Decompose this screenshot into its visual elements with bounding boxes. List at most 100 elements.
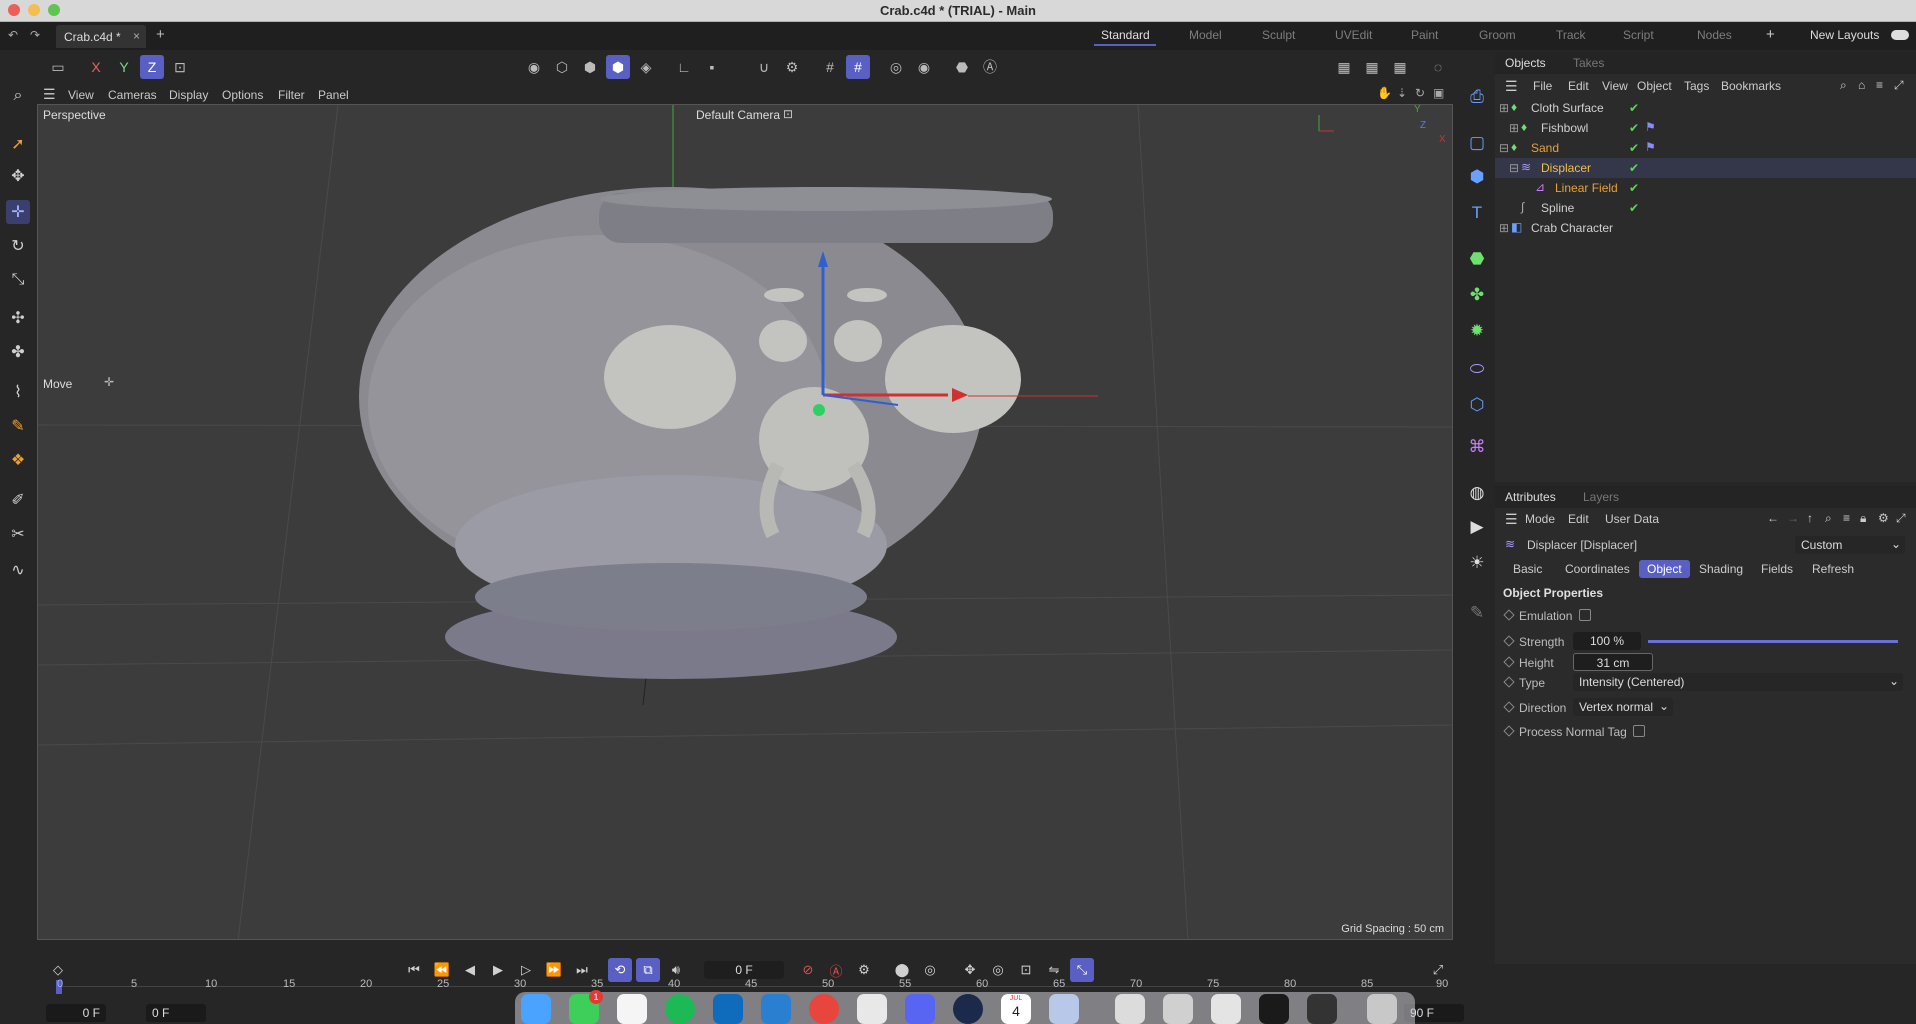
- viewport-dolly-icon[interactable]: ⇣: [1397, 86, 1407, 100]
- strength-slider-track[interactable]: [1648, 640, 1898, 643]
- preview-start-field[interactable]: 0 F: [146, 1004, 206, 1022]
- new-layouts-toggle[interactable]: [1891, 30, 1909, 40]
- render-queue-icon[interactable]: ▦: [1388, 55, 1412, 79]
- subtab-refresh[interactable]: Refresh: [1804, 560, 1862, 578]
- strength-field[interactable]: 100 %: [1573, 632, 1641, 650]
- transform-tool-icon[interactable]: ✥: [6, 164, 30, 188]
- auto-keys-icon[interactable]: ⧉: [636, 958, 660, 982]
- tag-flag-icon[interactable]: ⚑: [1645, 140, 1656, 154]
- height-field[interactable]: 31 cm: [1573, 653, 1653, 671]
- expand-icon[interactable]: ⊞: [1499, 101, 1509, 115]
- render-to-viewer-icon[interactable]: ▦: [1360, 55, 1384, 79]
- attributes-expand-icon[interactable]: ⤢: [1896, 511, 1906, 526]
- tag-icon[interactable]: ✎: [1464, 600, 1490, 626]
- layout-groom[interactable]: Groom: [1479, 28, 1516, 42]
- select-tool-icon[interactable]: ➚: [6, 132, 30, 156]
- forward-arrow-icon[interactable]: →: [1787, 511, 1799, 525]
- volume-icon[interactable]: ⬡: [1464, 392, 1490, 418]
- record-icon[interactable]: ⊘: [796, 958, 820, 982]
- tree-row[interactable]: ⊿ Linear Field ✔: [1495, 178, 1916, 198]
- attributes-filter-icon[interactable]: ≡: [1843, 511, 1850, 525]
- up-arrow-icon[interactable]: ↑: [1807, 511, 1813, 525]
- play-icon[interactable]: ▶: [486, 958, 510, 982]
- enabled-check-icon[interactable]: ✔: [1629, 201, 1639, 215]
- go-to-start-icon[interactable]: ⏮: [402, 958, 426, 982]
- brush-tool-icon[interactable]: ✐: [6, 488, 30, 512]
- viewport-maximize-icon[interactable]: ▣: [1433, 86, 1444, 100]
- render-settings-icon[interactable]: Ⓐ: [978, 55, 1002, 79]
- tab-attributes[interactable]: Attributes: [1505, 490, 1556, 504]
- subtab-shading[interactable]: Shading: [1691, 560, 1751, 578]
- sculpt-tool-icon[interactable]: ❖: [6, 448, 30, 472]
- axis-x-button[interactable]: X: [84, 55, 108, 79]
- discord-icon[interactable]: [905, 994, 935, 1024]
- viewport-menu-filter[interactable]: Filter: [278, 88, 305, 102]
- keyframe-diamond-icon[interactable]: [1503, 725, 1515, 737]
- light-icon[interactable]: ☀: [1464, 550, 1490, 576]
- objects-menu-bookmarks[interactable]: Bookmarks: [1721, 79, 1781, 93]
- viewport[interactable]: Perspective Default Camera ⊡ Move ✛ Y Z …: [37, 104, 1453, 940]
- undo-icon[interactable]: ↶: [8, 28, 18, 42]
- finder-icon[interactable]: [521, 994, 551, 1024]
- window-thumbnail-1[interactable]: [1115, 994, 1145, 1024]
- cube-object-icon[interactable]: ⬢: [1464, 164, 1490, 190]
- enabled-check-icon[interactable]: ✔: [1629, 101, 1639, 115]
- pen-tool-icon[interactable]: ✎: [6, 414, 30, 438]
- expand-icon[interactable]: ⊞: [1499, 221, 1509, 235]
- layout-nodes[interactable]: Nodes: [1697, 28, 1732, 42]
- lasso-tool-icon[interactable]: ⌇: [6, 380, 30, 404]
- trash-icon[interactable]: [1367, 994, 1397, 1024]
- key-settings-icon[interactable]: ⚙: [852, 958, 876, 982]
- spline-tool-icon[interactable]: ∿: [6, 558, 30, 582]
- viewport-pan-icon[interactable]: ✋: [1377, 86, 1392, 100]
- objects-filter-icon[interactable]: ≡: [1876, 78, 1883, 92]
- layout-script[interactable]: Script: [1623, 28, 1654, 42]
- tag-flag-icon[interactable]: ⚑: [1645, 120, 1656, 134]
- lock-icon[interactable]: 🔒︎: [1860, 511, 1866, 526]
- enabled-check-icon[interactable]: ✔: [1629, 161, 1639, 175]
- enabled-check-icon[interactable]: ✔: [1629, 121, 1639, 135]
- attributes-settings-icon[interactable]: ⚙: [1878, 511, 1889, 525]
- model-mode-icon[interactable]: ⬢: [606, 55, 630, 79]
- enabled-check-icon[interactable]: ✔: [1629, 181, 1639, 195]
- search-icon[interactable]: ⌕: [6, 84, 30, 108]
- viewport-orbit-icon[interactable]: ↻: [1415, 86, 1425, 100]
- tree-row[interactable]: ⊞ ♦ Cloth Surface ✔: [1495, 98, 1916, 118]
- preset-dropdown[interactable]: Custom ⌄: [1795, 536, 1905, 554]
- notion-icon[interactable]: [617, 994, 647, 1024]
- calendar-icon[interactable]: JUL 4: [1001, 994, 1031, 1024]
- move-tool-icon[interactable]: ✛: [6, 200, 30, 224]
- environment-icon[interactable]: ◍: [1464, 480, 1490, 506]
- layout-uvedit[interactable]: UVEdit: [1335, 28, 1372, 42]
- field-icon[interactable]: ⬭: [1464, 356, 1490, 382]
- layout-sculpt[interactable]: Sculpt: [1262, 28, 1295, 42]
- outlook-icon[interactable]: [713, 994, 743, 1024]
- window-thumbnail-4[interactable]: [1259, 994, 1289, 1024]
- polygons-mode-icon[interactable]: ⬢: [578, 55, 602, 79]
- viewport-solo-icon[interactable]: ◉: [912, 55, 936, 79]
- objects-expand-icon[interactable]: ⤢: [1894, 78, 1904, 93]
- start-frame-field[interactable]: 0 F: [46, 1004, 106, 1022]
- attributes-menu-edit[interactable]: Edit: [1568, 512, 1589, 526]
- new-layouts-label[interactable]: New Layouts: [1810, 28, 1879, 42]
- messages-icon[interactable]: 1: [569, 990, 603, 1024]
- keyframe-diamond-icon[interactable]: [1503, 676, 1515, 688]
- null-object-icon[interactable]: ▢: [1464, 130, 1490, 156]
- axis-mode-icon[interactable]: ∟: [672, 55, 696, 79]
- keyframe-diamond-icon[interactable]: [1503, 635, 1515, 647]
- interactive-render-icon[interactable]: ◌: [1426, 55, 1450, 79]
- loop-icon[interactable]: ⟲: [608, 958, 632, 982]
- axis-y-button[interactable]: Y: [112, 55, 136, 79]
- subtab-fields[interactable]: Fields: [1753, 560, 1801, 578]
- subtab-object[interactable]: Object: [1639, 560, 1690, 578]
- keyframe-diamond-icon[interactable]: [1503, 701, 1515, 713]
- current-frame-field[interactable]: 0 F: [704, 961, 784, 979]
- process-normal-checkbox[interactable]: [1633, 725, 1645, 737]
- coordinate-system-icon[interactable]: ⊡: [168, 55, 192, 79]
- back-arrow-icon[interactable]: ←: [1767, 511, 1779, 525]
- objects-menu-object[interactable]: Object: [1637, 79, 1672, 93]
- attributes-menu-userdata[interactable]: User Data: [1605, 512, 1659, 526]
- edges-mode-icon[interactable]: ⬡: [550, 55, 574, 79]
- tab-takes[interactable]: Takes: [1573, 56, 1604, 70]
- camera-object-icon[interactable]: ⎙: [1464, 84, 1490, 110]
